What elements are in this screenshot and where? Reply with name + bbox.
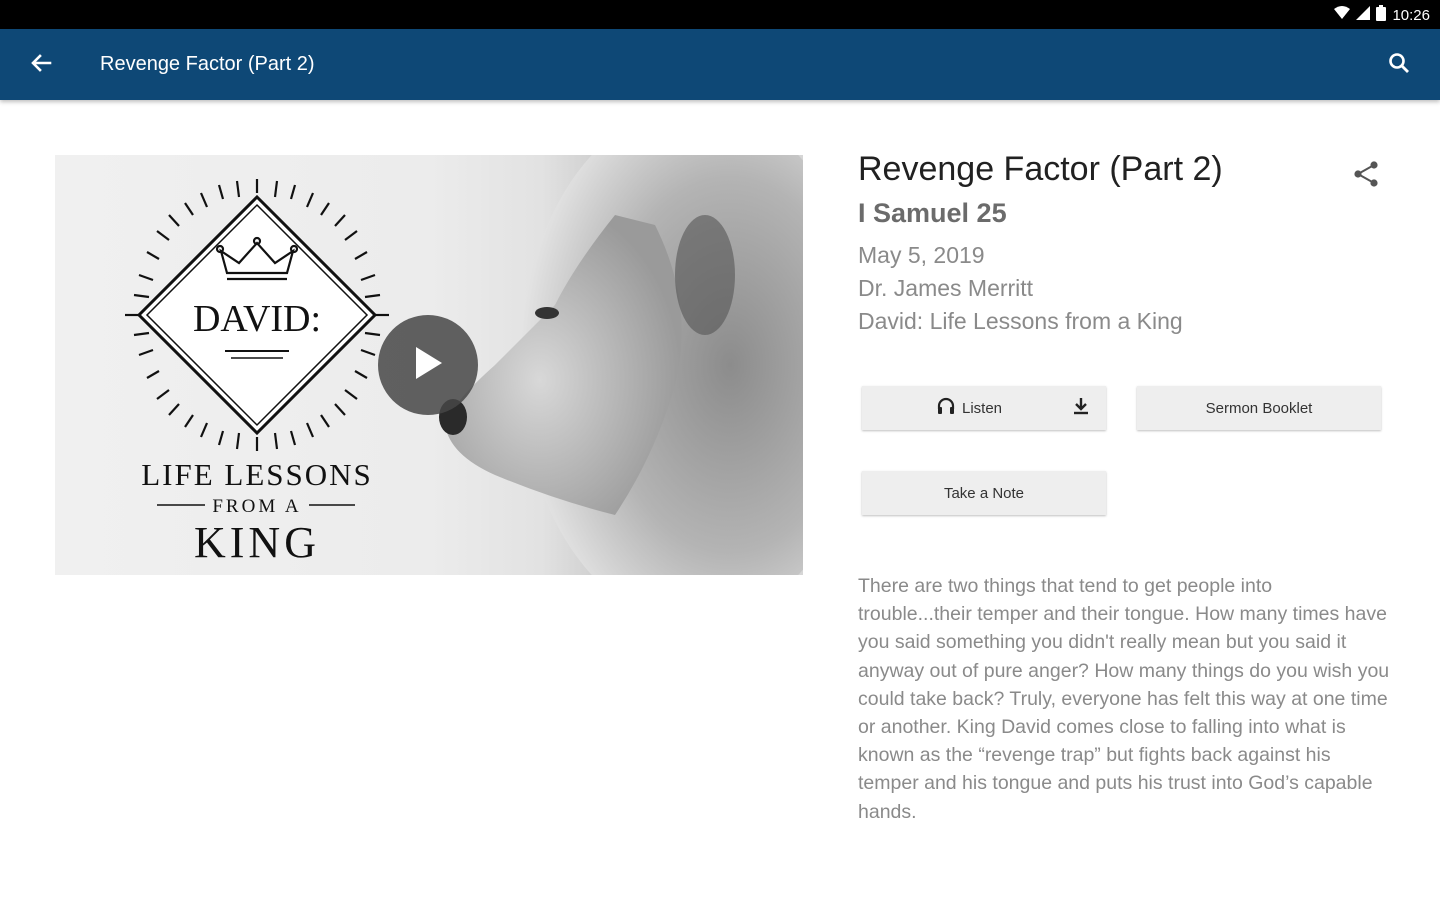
play-button[interactable] bbox=[378, 315, 478, 415]
lion-ear bbox=[675, 215, 735, 335]
artwork-line3: KING bbox=[194, 518, 320, 567]
sermon-series: David: Life Lessons from a King bbox=[858, 308, 1183, 334]
status-time: 10:26 bbox=[1392, 7, 1430, 24]
sermon-description: There are two things that tend to get pe… bbox=[858, 575, 1390, 823]
app-bar-title: Revenge Factor (Part 2) bbox=[100, 53, 315, 75]
signal-icon bbox=[1356, 6, 1371, 25]
status-icons: 10:26 bbox=[1334, 5, 1430, 26]
share-icon bbox=[1352, 160, 1380, 193]
sermon-scripture: I Samuel 25 bbox=[858, 198, 1007, 228]
artwork-title: DAVID: bbox=[193, 298, 321, 340]
share-button[interactable] bbox=[1348, 158, 1384, 194]
back-button[interactable] bbox=[22, 46, 60, 84]
listen-button[interactable]: Listen bbox=[862, 386, 1106, 430]
sermon-artwork: DAVID: LIFE LESSONS FROM A KING bbox=[55, 155, 803, 575]
arrow-back-icon bbox=[30, 52, 52, 79]
status-bar: 10:26 bbox=[0, 0, 1440, 29]
play-icon bbox=[410, 343, 446, 388]
lion-eye bbox=[535, 307, 559, 319]
search-button[interactable] bbox=[1380, 46, 1418, 84]
wifi-icon bbox=[1334, 6, 1351, 25]
take-note-label: Take a Note bbox=[943, 484, 1025, 502]
sermon-date: May 5, 2019 bbox=[858, 242, 985, 268]
headphones-icon bbox=[936, 396, 956, 420]
listen-label-group: Listen bbox=[936, 396, 1002, 420]
sermon-booklet-label: Sermon Booklet bbox=[1205, 399, 1313, 417]
listen-label: Listen bbox=[961, 399, 1003, 417]
app-bar: Revenge Factor (Part 2) bbox=[0, 29, 1440, 100]
take-note-button[interactable]: Take a Note bbox=[862, 471, 1106, 515]
search-icon bbox=[1388, 52, 1410, 79]
artwork-line1: LIFE LESSONS bbox=[141, 457, 373, 492]
sermon-title: Revenge Factor (Part 2) bbox=[858, 150, 1223, 188]
download-button[interactable] bbox=[1070, 397, 1092, 419]
sermon-speaker: Dr. James Merritt bbox=[858, 275, 1034, 301]
sermon-booklet-button[interactable]: Sermon Booklet bbox=[1137, 386, 1381, 430]
battery-icon bbox=[1376, 5, 1387, 26]
download-icon bbox=[1072, 396, 1090, 420]
artwork-line2: FROM A bbox=[212, 496, 301, 517]
